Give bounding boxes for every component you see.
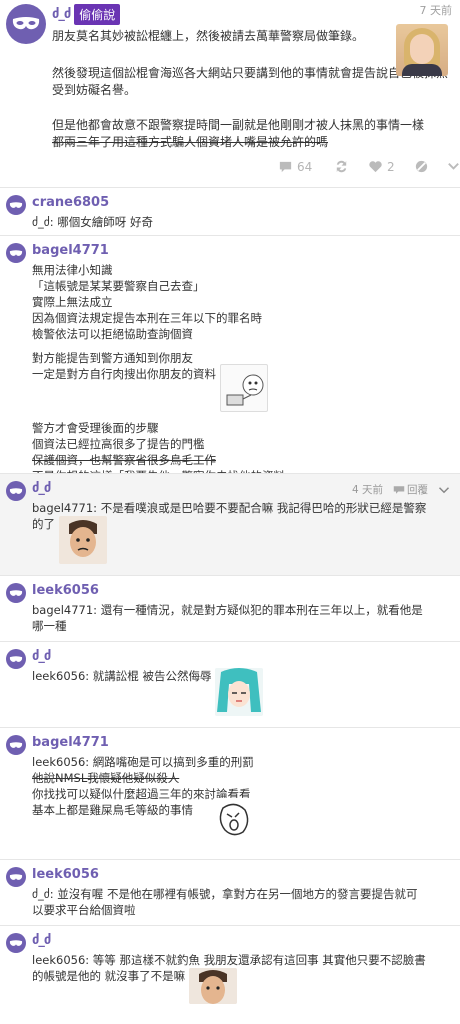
- post-paragraph-strike: 都兩三年了用這種方式騙人個資堵人嘴是被允許的嗎: [52, 135, 329, 149]
- mask-icon: [9, 589, 23, 596]
- mask-avatar[interactable]: [6, 649, 26, 669]
- author-name[interactable]: ძ_ძ: [52, 7, 71, 22]
- reply-author[interactable]: bagel4771: [32, 734, 450, 752]
- reply-line: leek6056: 就講訟棍 被告公然侮辱: [32, 669, 212, 683]
- post-author: ძ_ძ 偷偷說: [52, 4, 121, 25]
- meme-sticker-image[interactable]: [220, 364, 268, 412]
- reply-author[interactable]: leek6056: [32, 582, 450, 600]
- reply-line: 無用法律小知識: [32, 263, 113, 277]
- reply-author[interactable]: crane6805: [32, 194, 450, 212]
- reply-text: leek6056: 網路嘴砲是可以搞到多重的刑罰 他說NMSL我懷疑他疑似殺人 …: [32, 754, 450, 842]
- anonymous-badge: 偷偷說: [74, 4, 121, 25]
- reply-date: 4 天前: [351, 484, 383, 496]
- reply-line: leek6056: 網路嘴砲是可以搞到多重的刑罰: [32, 755, 254, 769]
- reply-author[interactable]: ძ_ძ: [32, 932, 450, 950]
- chevron-down-icon: [448, 163, 459, 170]
- reply-line: 警方才會受理後面的步驟: [32, 421, 159, 435]
- mask-icon: [9, 201, 23, 208]
- mask-avatar[interactable]: [6, 195, 26, 215]
- meme-sticker-image[interactable]: [189, 968, 238, 1004]
- post-body: 朋友莫名其妙被訟棍纏上，然後被請去萬華警察局做筆錄。 然後發現這個訟棍會海巡各大…: [52, 4, 448, 151]
- mask-avatar[interactable]: [6, 4, 46, 44]
- comment-count-button[interactable]: 64: [278, 159, 312, 174]
- mask-avatar[interactable]: [6, 933, 26, 953]
- reply-text: leek6056: 等等 那這樣不就釣魚 我朋友還承認有這回事 其實他只要不認臉…: [32, 952, 450, 1004]
- reply-line: 一定是對方自行肉搜出你朋友的資料: [32, 367, 216, 381]
- heart-icon: [369, 161, 382, 173]
- reply-item: leek6056 ძ_ძ: 並沒有喔 不是他在哪裡有帳號，拿對方在另一個地方的發…: [0, 859, 460, 925]
- reply-item: bagel4771 無用法律小知識 「這帳號是某某要警察自己去查」 實際上無法成…: [0, 235, 460, 483]
- reply-item: ძ_ძ leek6056: 就講訟棍 被告公然侮辱: [0, 641, 460, 727]
- mask-icon: [9, 249, 23, 256]
- comment-icon: [279, 161, 292, 173]
- reply-author[interactable]: ძ_ძ: [32, 648, 450, 666]
- reply-line: ძ_ძ: 並沒有喔 不是他在哪裡有帳號，拿對方在另一個地方的發言要提告就可: [32, 887, 418, 901]
- more-options-button[interactable]: [446, 159, 460, 174]
- post-date: 7 天前: [419, 4, 453, 17]
- reply-meta: 4 天前 回覆: [352, 482, 450, 497]
- replurk-button[interactable]: [334, 159, 349, 174]
- reply-line-strike: 保護個資，也幫警察省很多鳥毛工作: [32, 453, 216, 467]
- like-count: 2: [387, 159, 395, 174]
- mask-icon: [9, 873, 23, 880]
- mask-avatar[interactable]: [6, 481, 26, 501]
- meme-sticker-image[interactable]: [59, 516, 107, 564]
- reply-line: leek6056: 等等 那這樣不就釣魚 我朋友還承認有這回事 其實他只要不認臉…: [32, 953, 426, 967]
- reply-text: ძ_ძ: 並沒有喔 不是他在哪裡有帳號，拿對方在另一個地方的發言要提告就可 以要…: [32, 886, 450, 918]
- reply-line: bagel4771: 還有一種情況，就是對方疑似犯的罪本刑在三年以上，就看他是: [32, 603, 423, 617]
- reply-line: 的帳號是他的 就沒事了不是嘛: [32, 969, 186, 983]
- reply-line: 「這帳號是某某要警察自己去查」: [32, 279, 205, 293]
- reply-text: ძ_ძ: 哪個女繪師呀 好奇: [32, 215, 153, 229]
- reply-line: 因為個資法規定提告本刑在三年以下的罪名時: [32, 311, 262, 325]
- reply-text: bagel4771: 不是看噗浪或是巴哈要不要配合嘛 我記得巴哈的形狀已經是警察…: [32, 500, 450, 564]
- reply-line: 對方能提告到警方通知到你朋友: [32, 351, 193, 365]
- mask-icon: [9, 939, 23, 946]
- mute-icon: [415, 160, 428, 173]
- reply-line: 個資法已經拉高很多了提告的門檻: [32, 437, 205, 451]
- reply-line-strike: 他說NMSL我懷疑他疑似殺人: [32, 771, 180, 785]
- reply-item: leek6056 bagel4771: 還有一種情況，就是對方疑似犯的罪本刑在三…: [0, 575, 460, 641]
- plurk-thread: ძ_ძ 偷偷說 7 天前 朋友莫名其妙被訟棍纏上，然後被請去萬華警察局做筆錄。 …: [0, 0, 460, 1024]
- reply-author[interactable]: leek6056: [32, 866, 450, 884]
- post-paragraph: 然後發現這個訟棍會海巡各大網站只要講到他的事情就會提告說自己被抹黑受到妨礙名譽。: [52, 66, 449, 97]
- reply-item: crane6805 ძ_ძ: 哪個女繪師呀 好奇: [0, 187, 460, 235]
- reply-item: ძ_ძ 4 天前 回覆 bagel4771: 不是看噗浪或是巴哈要不要配合嘛 我…: [0, 473, 460, 575]
- reply-button-label: 回覆: [407, 484, 428, 496]
- mask-icon: [9, 655, 23, 662]
- mask-avatar[interactable]: [6, 583, 26, 603]
- post-paragraph: 朋友莫名其妙被訟棍纏上，然後被請去萬華警察局做筆錄。: [52, 29, 365, 43]
- mask-avatar[interactable]: [6, 243, 26, 263]
- reply-line: bagel4771: 不是看噗浪或是巴哈要不要配合嘛 我記得巴哈的形狀已經是警察: [32, 501, 427, 515]
- original-post: ძ_ძ 偷偷說 7 天前 朋友莫名其妙被訟棍纏上，然後被請去萬華警察局做筆錄。 …: [0, 0, 460, 187]
- post-thumbnail-image[interactable]: [396, 24, 448, 76]
- post-actions: 64 2: [6, 155, 459, 181]
- reply-line: 以要求平台給個資啦: [32, 903, 136, 917]
- like-button[interactable]: 2: [368, 159, 395, 174]
- reply-line: 實際上無法成立: [32, 295, 113, 309]
- mask-icon: [9, 741, 23, 748]
- replurk-icon: [336, 160, 347, 173]
- chevron-down-icon[interactable]: [438, 485, 450, 495]
- mask-avatar[interactable]: [6, 735, 26, 755]
- reply-text: bagel4771: 還有一種情況，就是對方疑似犯的罪本刑在三年以上，就看他是 …: [32, 602, 450, 634]
- reply-item: ძ_ძ leek6056: 等等 那這樣不就釣魚 我朋友還承認有這回事 其實他只…: [0, 925, 460, 1015]
- reply-author[interactable]: bagel4771: [32, 242, 450, 260]
- reply-item: bagel4771 leek6056: 網路嘴砲是可以搞到多重的刑罰 他說NMS…: [0, 727, 460, 859]
- comment-count: 64: [297, 159, 313, 174]
- reply-line: 的了: [32, 517, 55, 531]
- reply-line: 哪一種: [32, 619, 67, 633]
- mute-button[interactable]: [414, 159, 429, 174]
- reply-icon: [393, 485, 405, 494]
- reply-line: 檢警依法可以拒絕協助查詢個資: [32, 327, 193, 341]
- reply-button[interactable]: 回覆: [393, 482, 428, 497]
- mask-icon: [12, 17, 40, 30]
- meme-sticker-image[interactable]: [215, 668, 264, 716]
- reply-text: 無用法律小知識 「這帳號是某某要警察自己去查」 實際上無法成立 因為個資法規定提…: [32, 262, 450, 484]
- mask-avatar[interactable]: [6, 867, 26, 887]
- reply-text: leek6056: 就講訟棍 被告公然侮辱: [32, 668, 450, 716]
- meme-sticker-image[interactable]: [212, 798, 257, 842]
- mask-icon: [9, 487, 23, 494]
- post-paragraph: 但是他都會故意不跟警察提時間一副就是他剛剛才被人抹黑的事情一樣: [52, 118, 425, 132]
